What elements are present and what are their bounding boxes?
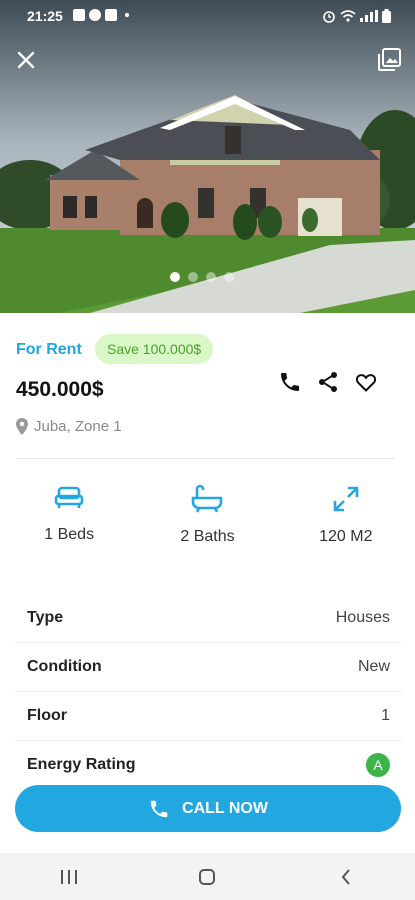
home-button[interactable]: [187, 857, 227, 897]
recent-apps-button[interactable]: [49, 857, 89, 897]
detail-key: Type: [27, 609, 64, 626]
feature-label: 2 Baths: [180, 528, 235, 545]
pagination-dot-4[interactable]: [224, 272, 234, 282]
share-button[interactable]: [316, 370, 340, 394]
recent-apps-icon: [61, 869, 78, 884]
energy-rating-badge: A: [366, 753, 390, 777]
details-row-energy-rating: Energy Rating A: [14, 741, 404, 789]
share-icon: [319, 372, 337, 392]
feature-area: 120 M2: [286, 484, 406, 546]
feature-label: 1 Beds: [44, 526, 95, 543]
back-icon: [341, 868, 350, 885]
battery-icon: [382, 9, 391, 23]
details-row-floor: Floor 1: [14, 692, 404, 741]
phone-icon: [281, 373, 299, 391]
pagination-dot-3[interactable]: [206, 272, 216, 282]
status-time: 21:25: [27, 8, 63, 24]
feature-beds: 1 Beds: [9, 484, 129, 546]
back-button[interactable]: [326, 857, 366, 897]
property-photo[interactable]: [0, 0, 415, 313]
pagination-dot-2[interactable]: [188, 272, 198, 282]
listing-type-label: For Rent: [16, 341, 82, 358]
details-table: Type Houses Condition New Floor 1 Energy…: [14, 594, 404, 789]
close-button[interactable]: [12, 46, 40, 74]
detail-value: Houses: [335, 609, 390, 626]
call-now-label: CALL NOW: [182, 799, 268, 817]
phone-icon: [150, 800, 168, 817]
bathtub-icon: [192, 484, 223, 513]
alarm-icon: [323, 11, 335, 23]
savings-badge: Save 100.000$: [95, 334, 214, 364]
close-icon: [17, 51, 35, 69]
pagination-dot-1[interactable]: [170, 272, 180, 282]
wifi-icon: [340, 10, 356, 22]
more-notifications-icon: [125, 13, 129, 17]
features-row: 1 Beds 2 Baths 120 M2: [0, 484, 415, 546]
open-gallery-button[interactable]: [375, 46, 403, 74]
detail-value: New: [357, 658, 390, 675]
detail-key: Floor: [27, 707, 67, 724]
price: 450.000$: [16, 378, 104, 401]
call-now-button[interactable]: CALL NOW: [15, 785, 401, 832]
image-notification-icon: [105, 9, 117, 21]
location-text: Juba, Zone 1: [34, 418, 122, 435]
system-navigation-bar: [0, 853, 415, 900]
details-row-condition: Condition New: [14, 643, 404, 692]
system-icons: [322, 9, 391, 23]
bed-icon: [54, 486, 84, 508]
photo-library-icon: [378, 48, 401, 71]
signal-icon: [360, 10, 378, 22]
detail-key: Condition: [27, 658, 102, 675]
location: Juba, Zone 1: [16, 418, 122, 435]
details-row-type: Type Houses: [14, 594, 404, 643]
location-pin-icon: [16, 418, 28, 435]
call-action-button[interactable]: [278, 370, 302, 394]
home-icon: [199, 868, 216, 885]
detail-key: Energy Rating: [27, 756, 136, 773]
detail-value: 1: [381, 707, 390, 724]
gallery-notification-icon: [73, 9, 85, 21]
expand-icon: [333, 486, 359, 512]
listing-actions: [278, 370, 378, 394]
app-notification-icon: [89, 9, 101, 21]
status-bar: 21:25: [0, 0, 415, 32]
photo-pagination: [170, 272, 234, 282]
heart-icon: [355, 374, 377, 392]
feature-label: 120 M2: [319, 528, 373, 545]
notification-icons: [73, 9, 129, 21]
divider: [16, 458, 394, 459]
favorite-button[interactable]: [354, 370, 378, 394]
feature-baths: 2 Baths: [147, 484, 267, 546]
